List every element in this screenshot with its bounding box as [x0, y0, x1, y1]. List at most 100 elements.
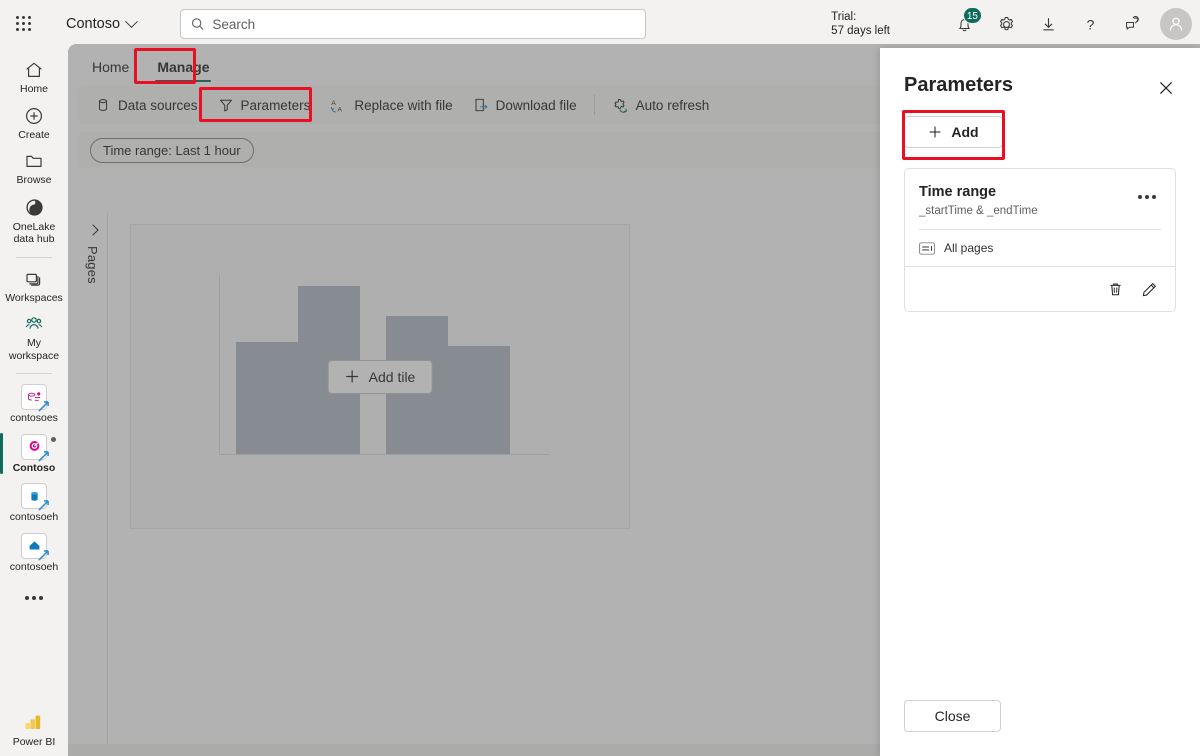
sidebar-item-label: contosoeh	[9, 511, 59, 523]
sidebar-item-label: contosoes	[10, 412, 58, 424]
sidebar-item-label: Power BI	[12, 735, 56, 748]
ribbon-label: Parameters	[240, 97, 311, 113]
sidebar-item-label: My workspace	[8, 337, 60, 362]
parameter-scope-label: All pages	[944, 241, 994, 255]
tab-label: Manage	[157, 59, 210, 75]
sidebar-item-label: OneLake data hub	[12, 220, 56, 246]
selection-indicator	[0, 432, 3, 474]
sidebar-item-power-bi[interactable]: Power BI	[0, 707, 68, 753]
sidebar-item-browse[interactable]: Browse	[0, 145, 68, 191]
add-tile-button[interactable]: Add tile	[327, 359, 433, 394]
parameter-name: Time range	[919, 184, 997, 200]
database-icon	[98, 99, 108, 111]
search-icon	[191, 18, 204, 30]
sidebar-item-contosoes[interactable]: contosoes	[0, 379, 68, 429]
home-icon	[26, 62, 42, 77]
download-icon	[1042, 17, 1054, 30]
ribbon-label: Auto refresh	[635, 97, 710, 113]
svg-text:A: A	[332, 100, 337, 107]
shortcut-arrow-icon	[38, 401, 49, 412]
parameters-panel: Parameters Add Time range _startTime & _…	[880, 48, 1200, 756]
chevron-right-icon[interactable]	[86, 224, 99, 236]
gear-icon	[999, 16, 1013, 30]
sidebar-item-my-workspace[interactable]: My workspace	[0, 308, 68, 366]
add-parameter-button[interactable]: Add	[904, 116, 1003, 148]
sidebar-item-label: contosoeh	[9, 560, 59, 573]
avatar[interactable]	[1160, 8, 1192, 40]
feedback-button[interactable]	[1112, 4, 1152, 44]
sidebar-divider	[16, 256, 52, 258]
parameter-overflow-button[interactable]	[1133, 183, 1161, 211]
pages-rail-label: Pages	[85, 246, 100, 284]
shortcut-arrow-icon	[38, 450, 49, 462]
waffle-icon[interactable]	[0, 0, 48, 48]
brand-switcher[interactable]: Contoso	[66, 14, 138, 32]
sidebar-item-more[interactable]	[0, 591, 68, 604]
sidebar-item-label: Home	[19, 83, 48, 95]
more-horizontal-icon	[25, 596, 43, 600]
ribbon-label: Data sources	[118, 97, 198, 113]
auto-refresh-icon	[614, 98, 627, 113]
sidebar-item-label: Contoso	[12, 461, 56, 474]
settings-button[interactable]	[986, 4, 1026, 44]
shortcut-arrow-icon	[38, 549, 49, 561]
delete-parameter-button[interactable]	[1101, 275, 1129, 303]
edit-parameter-button[interactable]	[1135, 275, 1163, 303]
sidebar-item-onelake-data-hub[interactable]: OneLake data hub	[0, 191, 68, 250]
panel-footer: Close	[880, 700, 1200, 756]
close-button[interactable]: Close	[904, 700, 1001, 732]
svg-text:?: ?	[1086, 17, 1094, 33]
folder-icon	[26, 155, 42, 167]
chart-y-axis	[219, 275, 220, 455]
auto-refresh-button[interactable]: Auto refresh	[603, 92, 719, 119]
sidebar-item-contosoeh-eventhouse[interactable]: contosoeh	[0, 478, 68, 528]
trash-icon	[1109, 283, 1121, 295]
sidebar-item-create[interactable]: Create	[0, 100, 68, 146]
ribbon-separator	[593, 95, 595, 115]
notifications-button[interactable]: 15	[944, 4, 984, 44]
kql-queryset-icon	[21, 384, 49, 412]
search-input[interactable]	[212, 16, 635, 32]
help-button[interactable]: ?	[1070, 4, 1110, 44]
empty-tile-placeholder: Add tile	[130, 224, 630, 529]
my-workspace-people-icon	[25, 317, 43, 329]
question-mark-icon: ?	[1086, 17, 1094, 33]
app-root: Contoso Trial: 57 days left 15	[0, 0, 1200, 756]
sidebar-item-contoso[interactable]: Contoso	[0, 429, 68, 479]
parameter-card-actions	[905, 266, 1175, 311]
download-file-button[interactable]: Download file	[464, 92, 586, 118]
pencil-edit-icon	[1142, 282, 1156, 296]
plus-icon	[346, 370, 359, 383]
parameter-card-header: Time range _startTime & _endTime	[905, 169, 1175, 229]
panel-title: Parameters	[904, 74, 1013, 96]
data-sources-button[interactable]: Data sources	[86, 92, 207, 118]
tab-home[interactable]: Home	[80, 58, 141, 84]
sidebar-item-label: Create	[18, 128, 50, 141]
sidebar-item-home[interactable]: Home	[0, 54, 68, 100]
time-range-chip[interactable]: Time range: Last 1 hour	[90, 137, 254, 163]
pages-rail[interactable]: Pages	[78, 212, 108, 744]
chart-x-axis	[219, 454, 549, 455]
svg-text:A: A	[338, 106, 343, 113]
real-time-dashboard-icon	[21, 433, 49, 462]
plus-icon	[929, 126, 941, 138]
more-horizontal-icon	[1138, 195, 1156, 199]
panel-close-button[interactable]	[1152, 74, 1180, 102]
trial-line-1: Trial:	[831, 11, 857, 23]
top-bar-actions: 15 ?	[944, 0, 1192, 48]
chart-bar	[448, 346, 510, 454]
downloads-button[interactable]	[1028, 4, 1068, 44]
funnel-filter-icon	[219, 99, 232, 112]
notification-badge: 15	[962, 7, 982, 24]
parameters-button[interactable]: Parameters	[209, 92, 320, 118]
tab-manage[interactable]: Manage	[145, 58, 221, 84]
sidebar-item-contosoeh-lakehouse[interactable]: contosoeh	[0, 528, 68, 578]
replace-with-file-button[interactable]: A A Replace with file	[321, 92, 461, 119]
shortcut-arrow-icon	[38, 500, 49, 511]
panel-header: Parameters	[880, 48, 1200, 102]
trial-status: Trial: 57 days left	[831, 10, 890, 38]
plus-circle-icon	[25, 107, 43, 124]
sidebar-item-workspaces[interactable]: Workspaces	[0, 263, 68, 309]
global-search[interactable]	[180, 9, 646, 39]
pages-scope-icon	[919, 241, 935, 255]
